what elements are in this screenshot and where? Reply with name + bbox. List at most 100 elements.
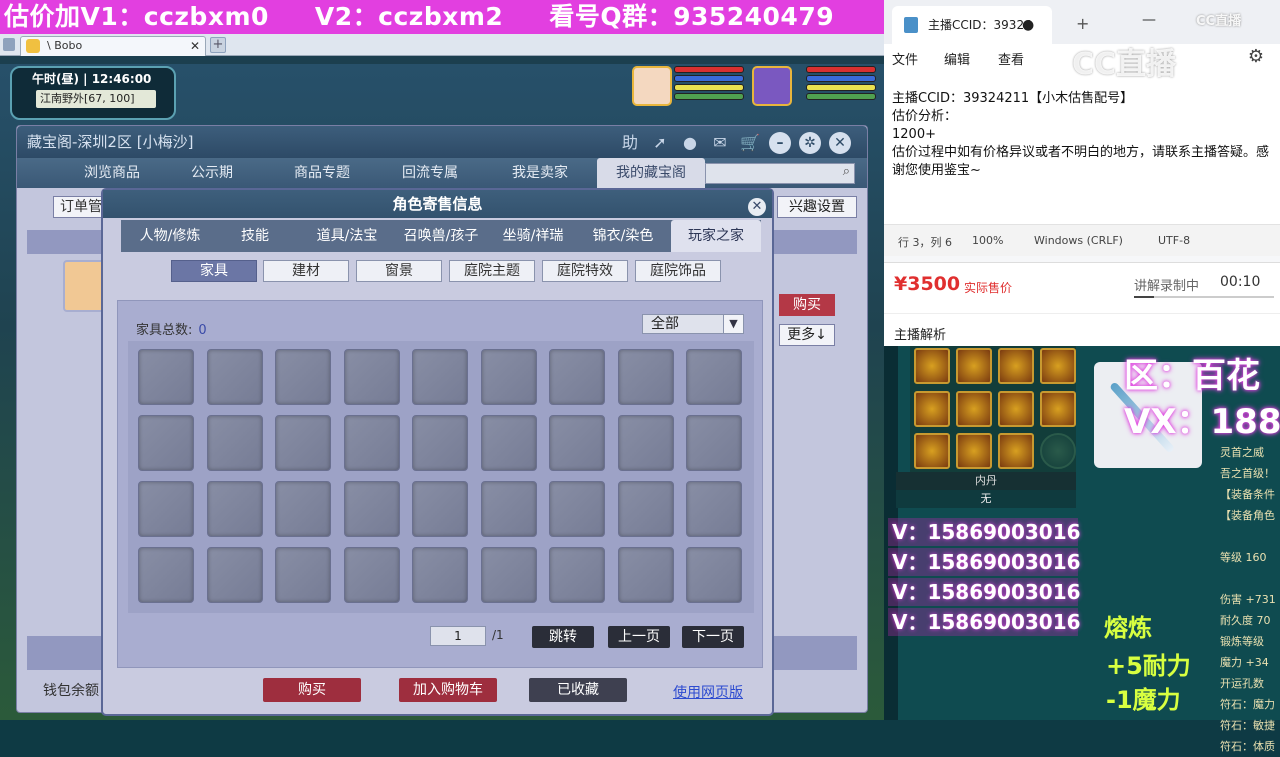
furniture-slot[interactable]: [343, 547, 400, 603]
furniture-slot[interactable]: [275, 349, 331, 405]
dialog-close-icon[interactable]: ✕: [748, 198, 766, 216]
help-icon[interactable]: 助: [619, 132, 641, 154]
furniture-slot[interactable]: [412, 481, 468, 537]
furniture-slot[interactable]: [138, 415, 194, 471]
minimize-icon[interactable]: —: [1142, 12, 1156, 28]
next-page-button[interactable]: 下一页: [682, 626, 744, 648]
prev-page-button[interactable]: 上一页: [608, 626, 670, 648]
nav-topics[interactable]: 商品专题: [267, 158, 377, 188]
furniture-slot[interactable]: [206, 349, 263, 405]
notepad-tab[interactable]: 主播CCID：39324 ●: [892, 6, 1052, 44]
furniture-slot[interactable]: [617, 415, 674, 471]
nav-my-pavilion[interactable]: 我的藏宝阁: [597, 158, 705, 188]
menu-file[interactable]: 文件: [892, 49, 918, 68]
furniture-slot[interactable]: [343, 481, 400, 537]
subtab-yard-theme[interactable]: 庭院主题: [449, 260, 535, 282]
cart-icon[interactable]: 🛒: [739, 132, 761, 154]
furniture-slot[interactable]: [343, 415, 400, 471]
page-input[interactable]: 1: [430, 626, 486, 646]
new-tab-icon[interactable]: +: [1076, 14, 1089, 33]
furniture-slot[interactable]: [617, 547, 674, 603]
nav-seller[interactable]: 我是卖家: [487, 158, 593, 188]
skill-icon[interactable]: [998, 390, 1034, 427]
furniture-slot[interactable]: [206, 415, 263, 471]
furniture-slot[interactable]: [138, 481, 194, 537]
tab-close-icon[interactable]: ✕: [190, 37, 200, 55]
skill-icon[interactable]: [998, 433, 1034, 470]
minimize-icon[interactable]: –: [769, 132, 791, 154]
skill-icon[interactable]: [956, 390, 992, 427]
share-icon[interactable]: ➚: [649, 132, 671, 154]
furniture-slot[interactable]: [412, 415, 468, 471]
search-icon[interactable]: ⌕: [843, 164, 850, 179]
nav-reflux[interactable]: 回流专属: [377, 158, 483, 188]
furniture-slot[interactable]: [412, 547, 468, 603]
furniture-slot[interactable]: [138, 349, 194, 405]
furniture-slot[interactable]: [686, 481, 742, 537]
player-avatar[interactable]: [752, 66, 792, 106]
search-input[interactable]: ⌕: [705, 163, 855, 184]
dialog-buy-button[interactable]: 购买: [263, 678, 361, 702]
skill-icon[interactable]: [1040, 348, 1076, 384]
menu-edit[interactable]: 编辑: [944, 49, 970, 68]
furniture-slot[interactable]: [549, 481, 605, 537]
jump-button[interactable]: 跳转: [532, 626, 594, 648]
subtab-yard-decor[interactable]: 庭院饰品: [635, 260, 721, 282]
furniture-slot[interactable]: [206, 547, 263, 603]
furniture-slot[interactable]: [480, 481, 537, 537]
record-icon[interactable]: ●: [679, 132, 701, 154]
settings-icon[interactable]: ✲: [799, 132, 821, 154]
tab-outfits[interactable]: 锦衣/染色: [577, 220, 669, 252]
tab-home[interactable]: 玩家之家: [671, 220, 761, 252]
skill-icon[interactable]: [1040, 390, 1076, 427]
skill-icon[interactable]: [914, 390, 950, 427]
more-button[interactable]: 更多↓: [779, 324, 835, 346]
new-tab-button[interactable]: +: [210, 37, 226, 53]
notepad-text-area[interactable]: 主播CCID：39324211【小木估售配号】 估价分析： 1200+ 估价过程…: [884, 72, 1280, 224]
buy-button[interactable]: 购买: [779, 294, 835, 316]
furniture-slot[interactable]: [549, 415, 605, 471]
filter-select[interactable]: 全部 ▼: [642, 314, 744, 334]
chevron-down-icon[interactable]: ▼: [723, 315, 743, 333]
furniture-slot[interactable]: [275, 481, 331, 537]
furniture-slot[interactable]: [480, 349, 537, 405]
subtab-window[interactable]: 窗景: [356, 260, 442, 282]
menu-view[interactable]: 查看: [998, 49, 1024, 68]
furniture-slot[interactable]: [480, 415, 537, 471]
subtab-furniture[interactable]: 家具: [171, 260, 257, 282]
favorited-button[interactable]: 已收藏: [529, 678, 627, 702]
tab-skills[interactable]: 技能: [219, 220, 291, 252]
web-version-link[interactable]: 使用网页版: [673, 682, 743, 702]
furniture-slot[interactable]: [686, 415, 742, 471]
furniture-slot[interactable]: [275, 547, 331, 603]
nav-browse[interactable]: 浏览商品: [57, 158, 167, 188]
furniture-slot[interactable]: [206, 481, 263, 537]
furniture-slot[interactable]: [686, 547, 742, 603]
furniture-slot[interactable]: [343, 349, 400, 405]
furniture-slot[interactable]: [549, 349, 605, 405]
skill-icon[interactable]: [956, 433, 992, 470]
furniture-slot[interactable]: [549, 547, 605, 603]
skill-icon[interactable]: [914, 433, 950, 470]
furniture-slot[interactable]: [480, 547, 537, 603]
skill-icon[interactable]: [914, 348, 950, 384]
tab-character[interactable]: 人物/修炼: [121, 220, 219, 252]
furniture-slot[interactable]: [686, 349, 742, 405]
add-to-cart-button[interactable]: 加入购物车: [399, 678, 497, 702]
browser-tab[interactable]: \ Bobo ✕: [20, 36, 206, 56]
furniture-slot[interactable]: [138, 547, 194, 603]
subtab-materials[interactable]: 建材: [263, 260, 349, 282]
furniture-slot[interactable]: [617, 349, 674, 405]
skill-icon[interactable]: [998, 348, 1034, 384]
furniture-slot[interactable]: [412, 349, 468, 405]
skill-icon[interactable]: [956, 348, 992, 384]
pet-avatar[interactable]: [632, 66, 672, 106]
interest-settings-button[interactable]: 兴趣设置: [777, 196, 857, 218]
nav-publicity[interactable]: 公示期: [167, 158, 257, 188]
subtab-yard-effects[interactable]: 庭院特效: [542, 260, 628, 282]
tab-pets[interactable]: 召唤兽/孩子: [393, 220, 489, 252]
tab-mounts[interactable]: 坐骑/祥瑞: [489, 220, 577, 252]
menu-icon[interactable]: [3, 38, 15, 51]
furniture-slot[interactable]: [275, 415, 331, 471]
tab-items[interactable]: 道具/法宝: [301, 220, 393, 252]
